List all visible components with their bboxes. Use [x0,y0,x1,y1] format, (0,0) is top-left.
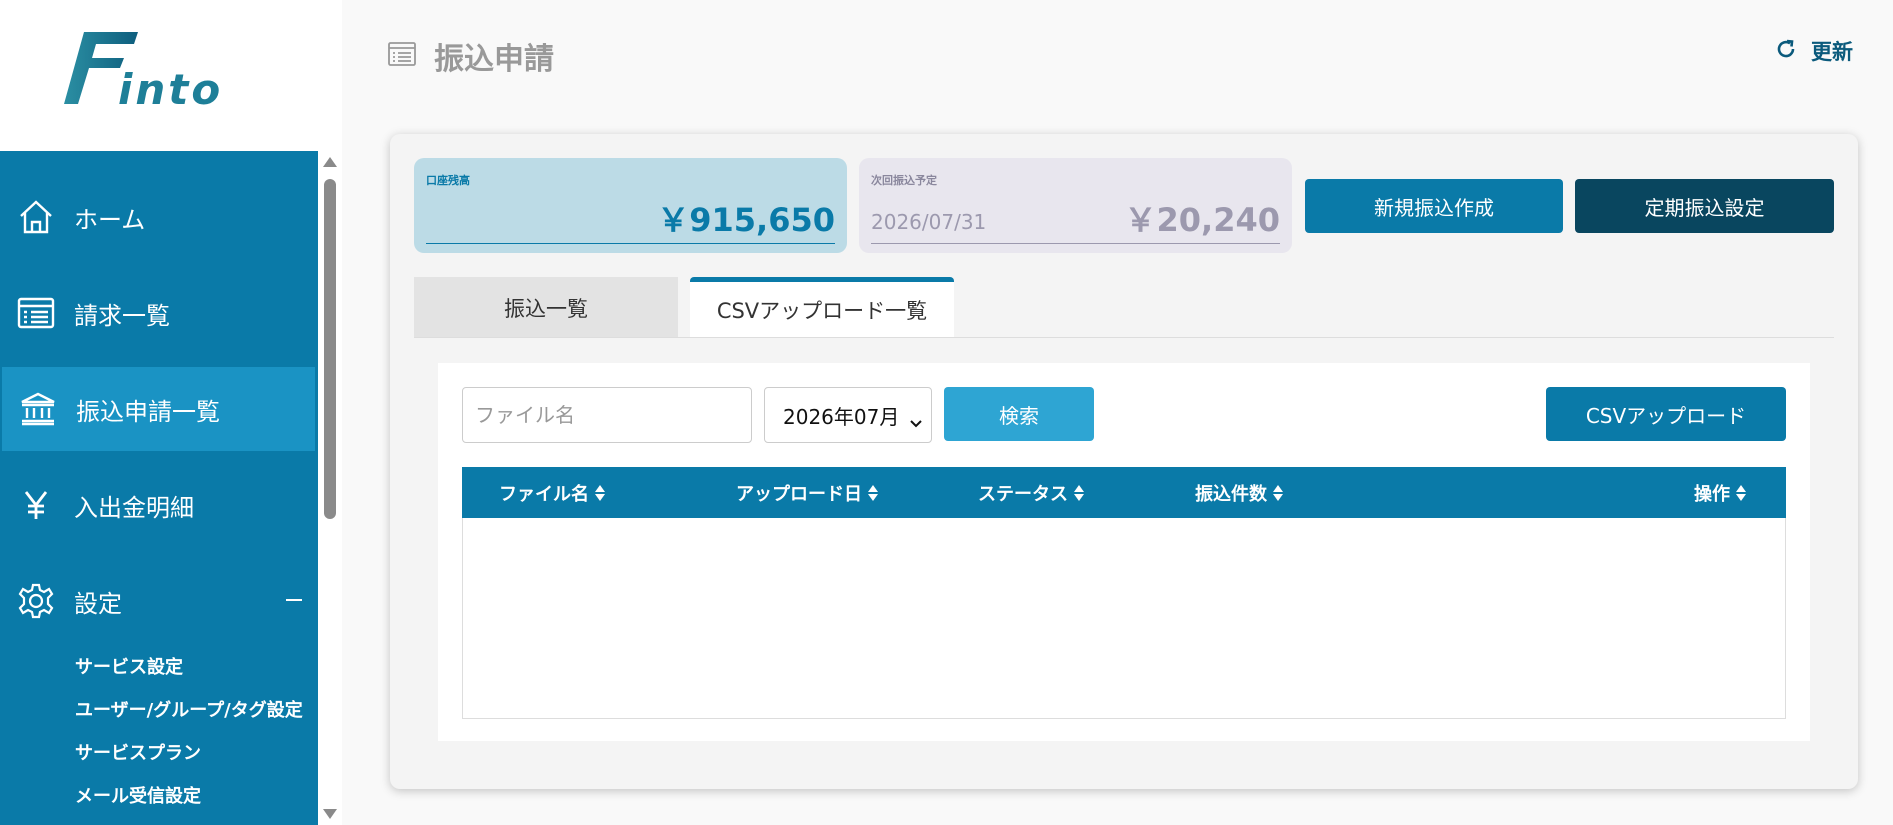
transfer-card: 口座残高 ￥915,650 次回振込予定 2026/07/31 ￥20,240 … [390,134,1858,789]
next-transfer-panel: 次回振込予定 2026/07/31 ￥20,240 [859,158,1292,253]
sidebar: ホーム 請求一覧 振込申請一覧 入出金明細 設定 サービス設定 ユーザー/グルー… [0,151,318,825]
sidebar-item-label: 請求一覧 [74,301,170,330]
sidebar-subitem-service-settings[interactable]: サービス設定 [75,653,183,679]
sidebar-item-label: 振込申請一覧 [76,397,220,426]
column-header-transfer-count[interactable]: 振込件数 [1195,467,1283,518]
tab-csv-upload-list[interactable]: CSVアップロード一覧 [690,277,954,338]
sidebar-item-transfer-requests[interactable]: 振込申請一覧 [2,367,315,451]
next-transfer-amount: ￥20,240 [1124,201,1281,239]
column-header-status[interactable]: ステータス [978,467,1084,518]
list-icon [388,42,416,70]
sidebar-subitem-service-plan[interactable]: サービスプラン [75,739,201,765]
scroll-up-icon[interactable] [323,157,337,167]
scrollbar-thumb[interactable] [324,179,336,519]
column-header-actions[interactable]: 操作 [1694,467,1746,518]
sidebar-item-settings[interactable]: 設定 [0,559,318,643]
sidebar-subitem-mail-settings[interactable]: メール受信設定 [75,782,201,808]
sort-icon [595,484,605,501]
scroll-down-icon[interactable] [323,809,337,819]
refresh-button[interactable]: 更新 [1775,36,1853,66]
next-transfer-underline [871,243,1280,244]
balance-label: 口座残高 [426,174,470,187]
sidebar-item-label: 設定 [74,589,122,618]
sidebar-item-invoices[interactable]: 請求一覧 [0,271,318,355]
logo-area: into [0,0,342,151]
column-label: ファイル名 [499,483,589,505]
home-icon [0,198,72,236]
refresh-icon [1775,38,1797,65]
csv-upload-table: ファイル名 アップロード日 ステータス 振込件数 操作 [462,467,1786,719]
periodic-transfer-button[interactable]: 定期振込設定 [1575,179,1834,233]
collapse-icon[interactable] [286,599,302,601]
sidebar-item-label: ホーム [74,205,146,234]
sort-icon [868,484,878,501]
gear-icon [0,582,72,620]
balance-underline [426,243,835,244]
balance-amount: ￥915,650 [657,201,835,239]
next-transfer-date: 2026/07/31 [871,210,987,234]
column-label: 振込件数 [1195,483,1267,505]
new-transfer-button[interactable]: 新規振込作成 [1305,179,1563,233]
sort-icon [1736,484,1746,501]
table-header: ファイル名 アップロード日 ステータス 振込件数 操作 [462,467,1786,518]
sidebar-item-label: 入出金明細 [74,493,194,522]
invoice-list-icon [0,297,72,329]
column-label: アップロード日 [736,483,862,505]
column-label: 操作 [1694,483,1730,505]
sort-icon [1074,484,1084,501]
svg-text:into: into [118,65,223,110]
sidebar-subitem-user-group-tag[interactable]: ユーザー/グループ/タグ設定 [75,696,303,722]
sort-icon [1273,484,1283,501]
page-header: 振込申請 [388,34,554,78]
sidebar-item-home[interactable]: ホーム [0,175,318,259]
month-select[interactable]: 2026年07月 [764,387,932,443]
chevron-down-icon [909,410,923,434]
csv-upload-button[interactable]: CSVアップロード [1546,387,1786,441]
next-transfer-label: 次回振込予定 [871,174,937,187]
tab-divider [414,337,1834,338]
finto-logo: into [64,32,223,110]
search-button[interactable]: 検索 [944,387,1094,441]
column-header-file-name[interactable]: ファイル名 [499,467,605,518]
balance-panel: 口座残高 ￥915,650 [414,158,847,253]
sidebar-scrollbar[interactable] [318,151,342,825]
refresh-label: 更新 [1811,40,1853,64]
file-name-input[interactable] [462,387,752,443]
bank-icon [2,392,74,426]
month-value: 2026年07月 [783,404,900,429]
csv-upload-panel: 2026年07月 検索 CSVアップロード ファイル名 アップロード日 ステータ… [438,363,1810,741]
column-label: ステータス [978,483,1068,505]
yen-icon [0,489,72,521]
tab-transfer-list[interactable]: 振込一覧 [414,277,678,338]
column-header-upload-date[interactable]: アップロード日 [736,467,878,518]
sidebar-item-deposits[interactable]: 入出金明細 [0,463,318,547]
page-title: 振込申請 [434,42,554,77]
